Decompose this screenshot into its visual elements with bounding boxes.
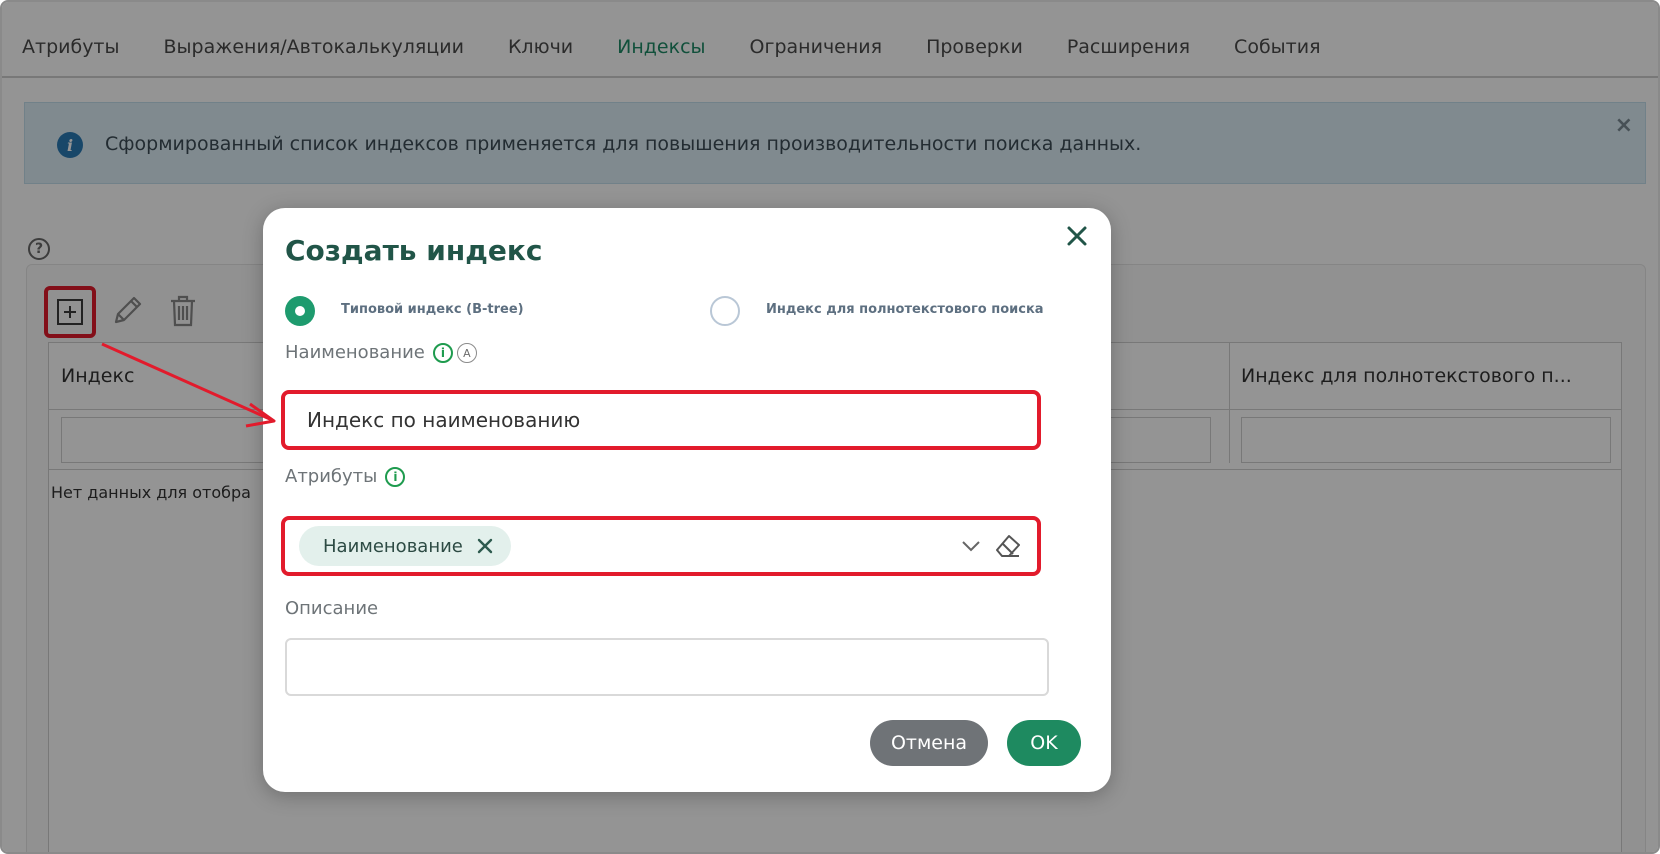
radio-fulltext[interactable] (710, 296, 740, 326)
name-label: Наименование i A (285, 342, 477, 363)
attributes-label: Атрибуты i (285, 466, 406, 487)
attributes-field[interactable]: Наименование (281, 516, 1041, 576)
eraser-icon[interactable] (993, 532, 1023, 560)
remove-chip-icon[interactable] (477, 538, 493, 554)
auto-name-icon[interactable]: A (456, 343, 477, 363)
cancel-button[interactable]: Отмена (870, 720, 988, 766)
radio-btree[interactable] (285, 296, 315, 326)
name-field-highlight (281, 390, 1041, 450)
name-label-text: Наименование (285, 342, 425, 363)
name-input[interactable] (289, 398, 1033, 442)
info-icon[interactable]: i (385, 467, 406, 487)
description-input[interactable] (285, 638, 1049, 696)
create-index-dialog: Создать индекс Типовой индекс (B-tree) И… (263, 208, 1111, 792)
attributes-label-text: Атрибуты (285, 466, 378, 487)
close-icon[interactable] (1063, 222, 1091, 250)
ok-button[interactable]: OK (1007, 720, 1081, 766)
info-icon[interactable]: i (432, 343, 453, 363)
attribute-chip-label: Наименование (323, 535, 463, 557)
chevron-down-icon[interactable] (961, 538, 981, 554)
dialog-title: Создать индекс (285, 234, 543, 267)
radio-fulltext-label[interactable]: Индекс для полнотекстового поиска (766, 302, 1044, 317)
description-label: Описание (285, 598, 379, 619)
radio-btree-label[interactable]: Типовой индекс (B-tree) (341, 302, 524, 317)
app-window: Атрибуты Выражения/Автокалькуляции Ключи… (0, 0, 1660, 854)
attribute-chip: Наименование (299, 526, 511, 566)
